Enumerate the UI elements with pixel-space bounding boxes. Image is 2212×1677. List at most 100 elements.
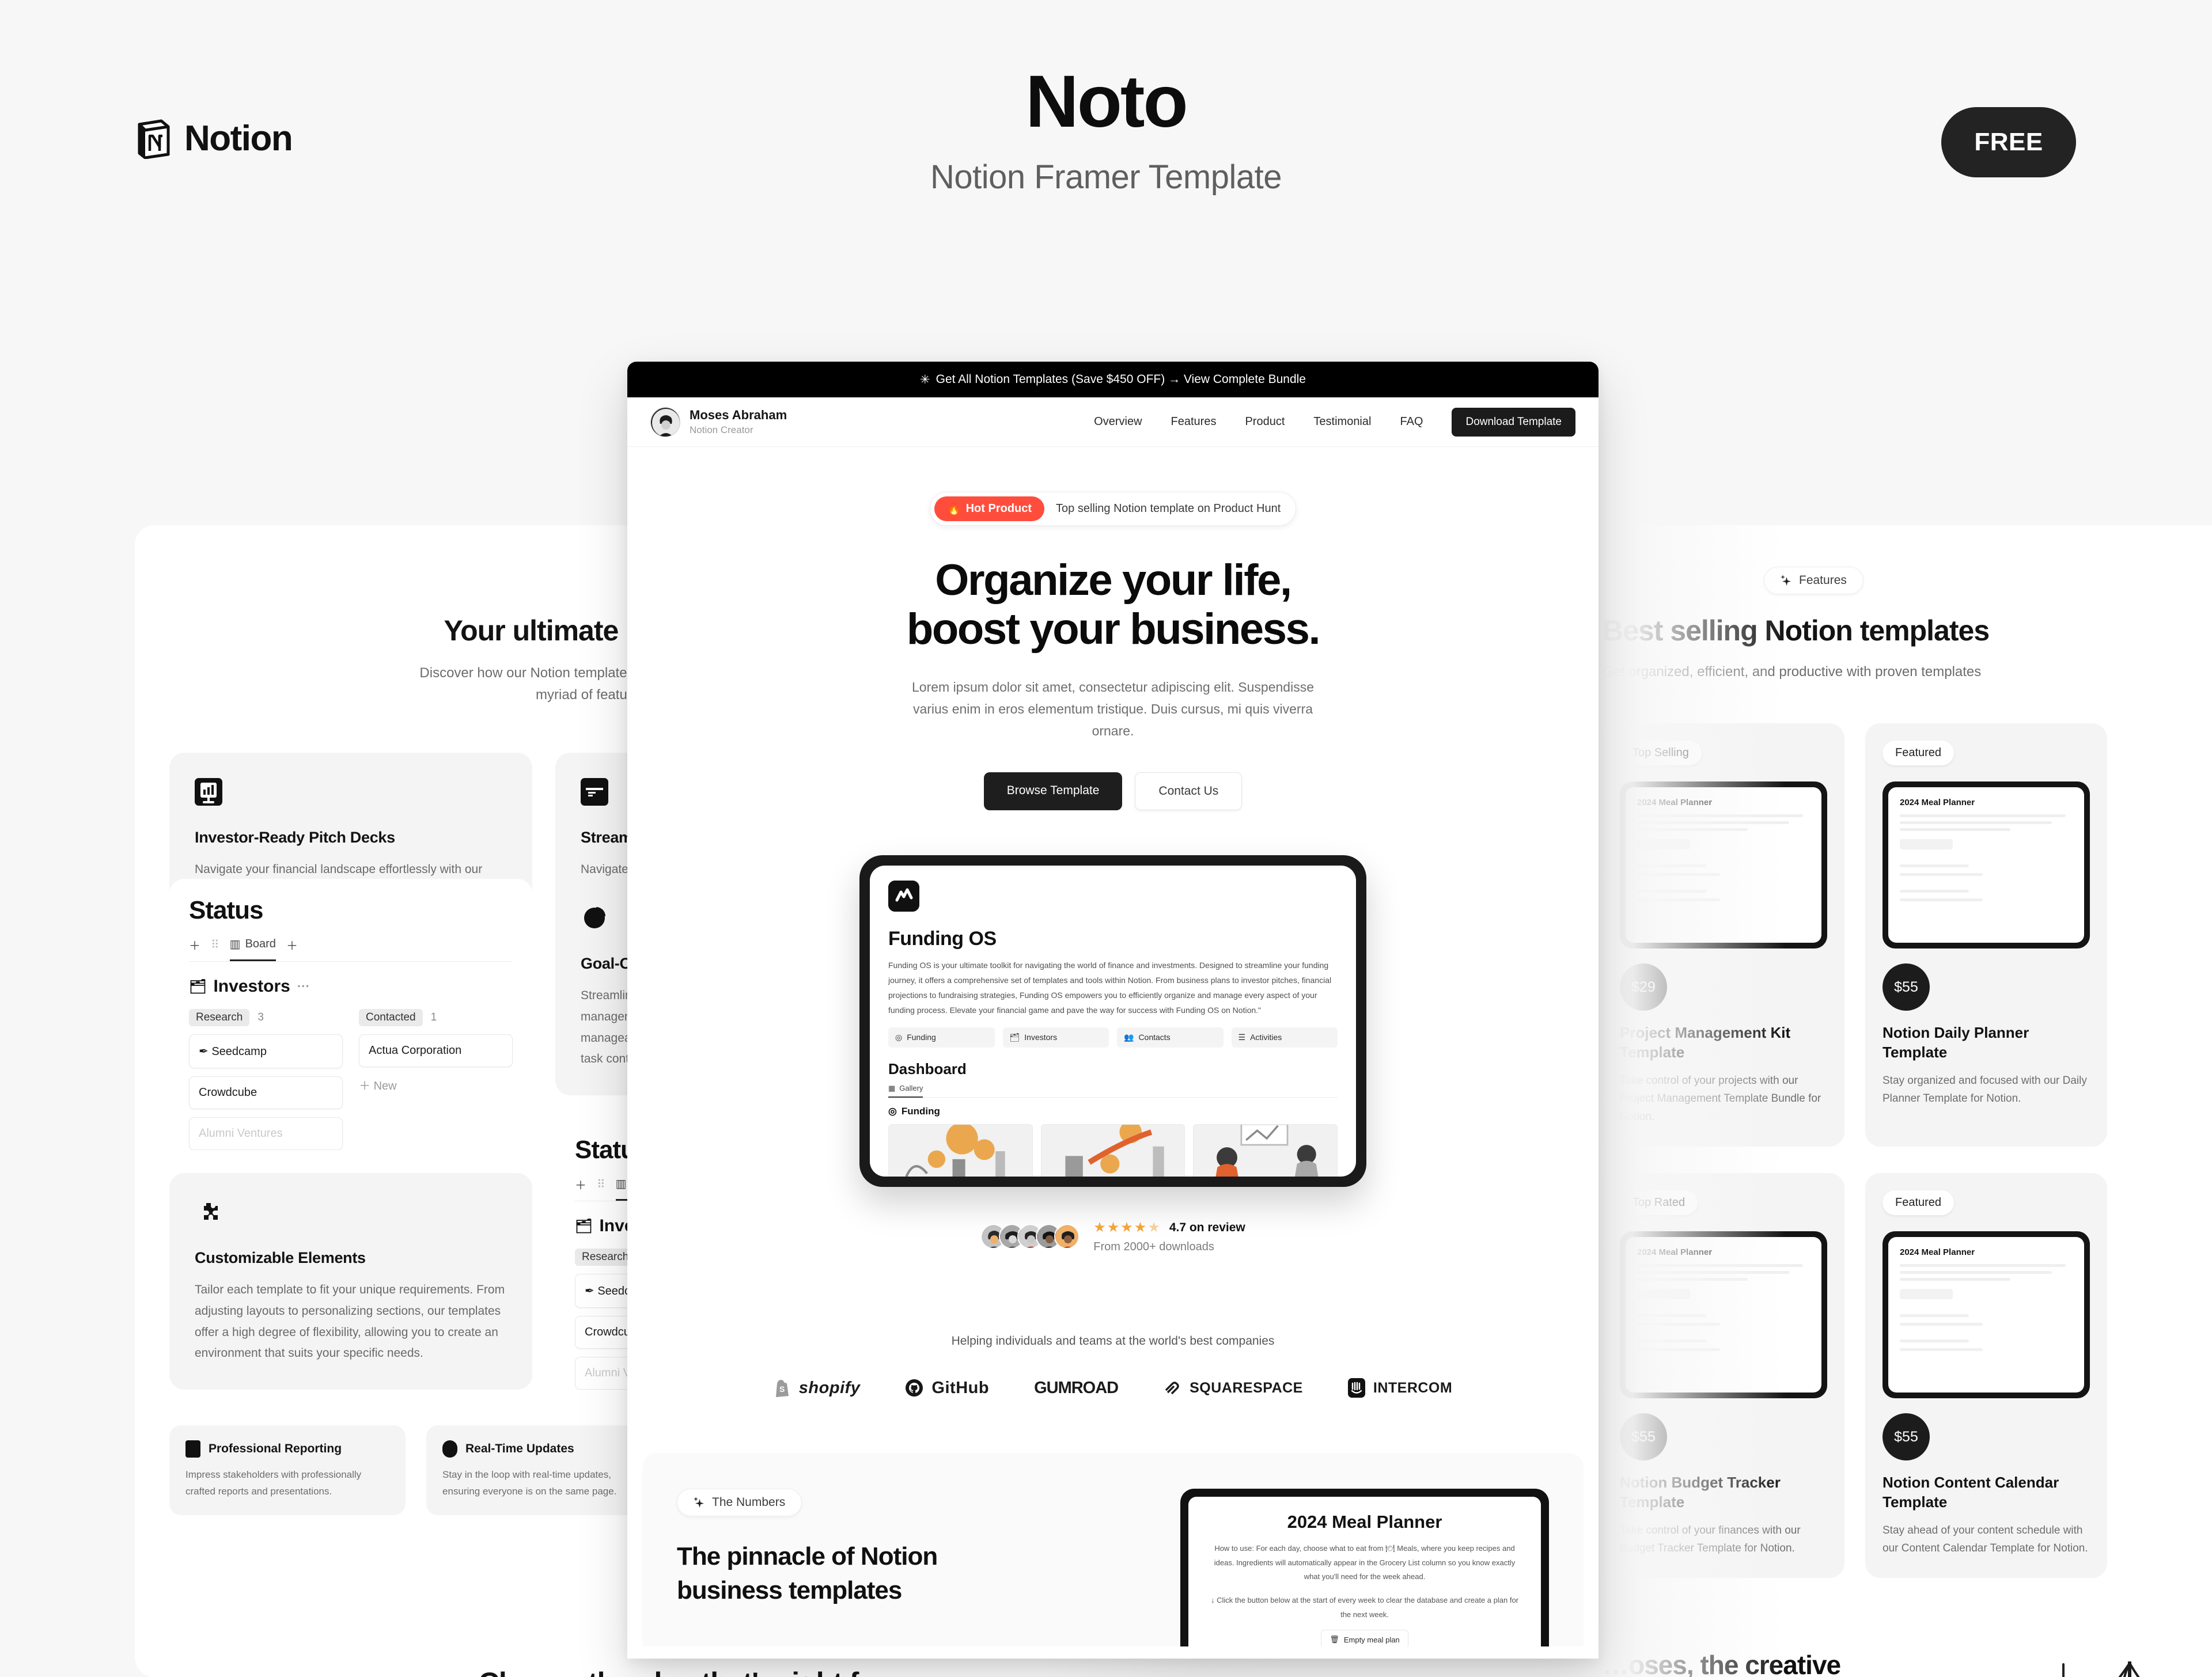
board-item[interactable]: Alumni Ventures [189, 1117, 343, 1151]
meal-planner-p1: How to use: For each day, choose what to… [1214, 1544, 1516, 1581]
funding-gallery: SEED Closed/Won $250,000.00 Y Combinator… [888, 1124, 1338, 1177]
board-item-label: Seedcamp [211, 1045, 267, 1058]
the-numbers-label: The Numbers [712, 1496, 786, 1509]
nav-link-testimonial[interactable]: Testimonial [1313, 415, 1371, 428]
empty-meal-plan-button[interactable]: 🗑 Empty meal plan [1321, 1630, 1408, 1647]
feature-card-title: Customizable Elements [195, 1249, 366, 1267]
drag-handle-icon[interactable]: ⠿ [597, 1177, 605, 1192]
pinnacle-headline-2: business templates [677, 1576, 902, 1605]
coin-icon: ◎ [895, 1032, 903, 1042]
browse-template-button[interactable]: Browse Template [983, 772, 1123, 811]
add-view-icon-2[interactable]: ＋ [286, 936, 298, 953]
template-price-badge: $55 [1883, 963, 1930, 1011]
announcement-bar[interactable]: ✳ Get All Notion Templates (Save $450 OF… [627, 362, 1599, 397]
nav-link-product[interactable]: Product [1245, 415, 1285, 428]
board-item[interactable]: Actua Corporation [359, 1034, 513, 1068]
reviewer-avatars [980, 1224, 1080, 1250]
database-icon: 🗂 [575, 1218, 593, 1234]
sparkle-icon: ✳ [920, 373, 930, 386]
logo-gumroad: GUMROAD [1034, 1378, 1119, 1398]
template-chip: Top Rated [1620, 1190, 1698, 1216]
gallery-icon: ▦ [888, 1083, 896, 1092]
board-more-icon[interactable]: ··· [297, 979, 310, 994]
hero-section: 🔥 Hot Product Top selling Notion templat… [627, 447, 1599, 1647]
template-card[interactable]: Top Rated 2024 Meal Planner $55 Notion B… [1603, 1173, 1844, 1579]
template-card[interactable]: Featured 2024 Meal Planner $55 Notion Da… [1865, 723, 2107, 1147]
add-view-icon[interactable]: ＋ [575, 1176, 586, 1193]
template-price-badge: $55 [1620, 1413, 1667, 1461]
board-new-button[interactable]: ＋ New [359, 1076, 513, 1093]
status-board: Status ＋ ⠿ ▥ Board ＋ 🗂 Investors ··· Res… [169, 879, 532, 1151]
board-item[interactable]: Crowdcube [189, 1076, 343, 1110]
mini-card-body: Stay in the loop with real-time updates,… [442, 1469, 617, 1497]
hero-actions: Browse Template Contact Us [627, 772, 1599, 811]
board-item-label: Crowdcube [199, 1086, 257, 1099]
fire-icon: 🔥 [946, 503, 961, 515]
squarespace-icon [1165, 1382, 1179, 1395]
template-title: Notion Content Calendar Template [1883, 1474, 2059, 1511]
board-tabs[interactable]: ＋ ⠿ ▥ Board ＋ [189, 936, 513, 962]
template-body: Take control of your projects with our P… [1620, 1074, 1821, 1123]
logos-caption: Helping individuals and teams at the wor… [951, 1334, 1275, 1348]
template-chip: Featured [1883, 741, 1955, 766]
pinnacle-section: The Numbers The pinnacle of Notion busin… [642, 1453, 1584, 1647]
hot-product-pill[interactable]: 🔥 Hot Product Top selling Notion templat… [929, 492, 1297, 526]
nav-link-features[interactable]: Features [1171, 415, 1217, 428]
funding-os-title: Funding OS [888, 928, 997, 950]
funding-os-tabs: ◎ Funding 🗂 Investors 👥 Contacts ☰ Activitie… [888, 1027, 1338, 1048]
logo-shopify: S shopify [774, 1378, 861, 1398]
intercom-icon [1347, 1378, 1365, 1398]
gallery-view-label: Gallery [899, 1083, 923, 1092]
tablet-preview: 2024 Meal Planner [1883, 1231, 2090, 1399]
rating-downloads: From 2000+ downloads [1093, 1240, 1214, 1254]
logo-label: GUMROAD [1034, 1378, 1119, 1397]
nav-link-faq[interactable]: FAQ [1400, 415, 1423, 428]
board-view-tab[interactable]: ▥ Board [229, 937, 276, 962]
gallery-view-tab[interactable]: ▦ Gallery [888, 1084, 923, 1098]
logo-label: INTERCOM [1373, 1379, 1453, 1396]
tab-funding[interactable]: ◎ Funding [888, 1027, 995, 1048]
tab-activities[interactable]: ☰ Activities [1231, 1027, 1338, 1048]
features-pill-label: Features [1799, 574, 1847, 587]
background-panel-right: Features Best selling Notion templates G… [1538, 525, 2212, 1677]
template-title: Notion Budget Tracker Template [1620, 1474, 1781, 1511]
star-half: ★ [1147, 1220, 1161, 1236]
template-price-badge: $55 [1883, 1413, 1930, 1461]
status-board-card[interactable]: Status ＋ ⠿ ▥ Board ＋ 🗂 Investors ··· Res… [169, 879, 532, 1151]
drag-handle-icon[interactable]: ⠿ [211, 938, 219, 952]
board-item-label: Actua Corporation [369, 1044, 462, 1057]
shopify-icon: S [775, 1380, 789, 1398]
coin-icon: ◎ [888, 1105, 897, 1117]
list-icon: ☰ [1238, 1032, 1246, 1042]
avatar [1054, 1224, 1080, 1250]
board-column-name: Contacted [359, 1009, 423, 1027]
creator-identity[interactable]: Moses Abraham Notion Creator [650, 407, 787, 437]
logo-squarespace: SQUARESPACE [1163, 1379, 1303, 1397]
empty-meal-plan-label: Empty meal plan [1343, 1635, 1400, 1644]
puzzle-icon [195, 1198, 222, 1226]
funding-card[interactable]: SERIES B Not started $75,000,000.00 [1193, 1124, 1338, 1177]
avatar [650, 407, 680, 437]
tab-investors[interactable]: 🗂 Investors [1002, 1027, 1109, 1048]
board-database-title: 🗂 Investors ··· [189, 977, 513, 996]
tab-contacts[interactable]: 👥 Contacts [1117, 1027, 1224, 1048]
report-icon [185, 1440, 200, 1458]
download-template-button[interactable]: Download Template [1452, 407, 1575, 437]
template-card[interactable]: Top Selling 2024 Meal Planner $29 Projec… [1603, 723, 1844, 1147]
board-database-label: Investors [213, 977, 290, 996]
add-view-icon[interactable]: ＋ [189, 936, 200, 953]
funding-card[interactable]: SEED Closed/Won $250,000.00 Y Combinator [888, 1124, 1033, 1177]
funding-card[interactable]: SERIES A In Progress $1,800,000.00 Sequo… [1040, 1124, 1185, 1177]
board-item[interactable]: ✒ Seedcamp [189, 1034, 343, 1069]
bestselling-section-header: Features Best selling Notion templates G… [1538, 525, 2212, 683]
board-column-count: 3 [257, 1011, 264, 1024]
feature-card-title: Investor-Ready Pitch Decks [195, 828, 395, 846]
mini-feature-card[interactable]: Professional Reporting Impress stakehold… [169, 1425, 406, 1515]
announcement-text: Get All Notion Templates (Save $450 OFF)… [935, 373, 1306, 386]
template-card[interactable]: Featured 2024 Meal Planner $55 Notion Co… [1865, 1173, 2107, 1579]
preview-title: 2024 Meal Planner [1637, 798, 1713, 808]
nav-link-overview[interactable]: Overview [1094, 415, 1142, 428]
trash-icon: 🗑 [1330, 1635, 1339, 1644]
contact-us-button[interactable]: Contact Us [1135, 772, 1243, 811]
feature-card[interactable]: Customizable Elements Tailor each templa… [169, 1173, 532, 1390]
